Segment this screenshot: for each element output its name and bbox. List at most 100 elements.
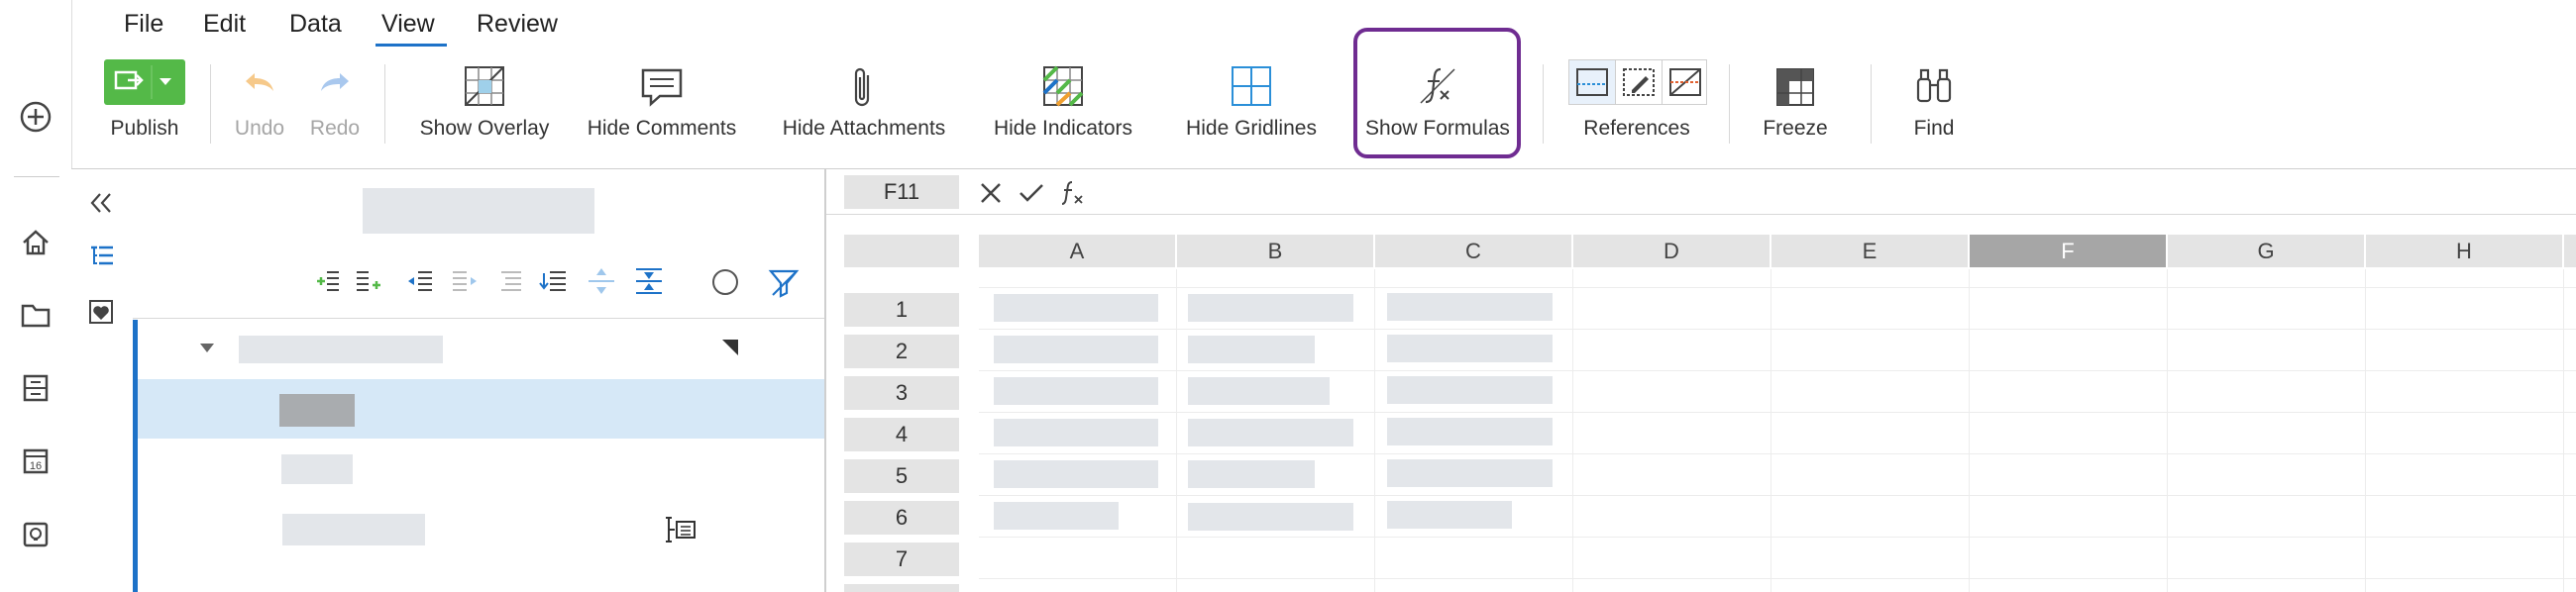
grid-line	[979, 412, 2576, 413]
reference-edit-icon[interactable]	[1616, 60, 1663, 104]
circle-toggle-icon[interactable]	[710, 267, 740, 297]
row-header-1[interactable]: 1	[844, 293, 959, 327]
outline-panel	[133, 169, 826, 592]
attachment-icon[interactable]	[844, 63, 884, 111]
grid-line	[2365, 269, 2366, 592]
double-chevron-left-icon[interactable]	[85, 187, 117, 219]
cell-b5[interactable]	[1188, 460, 1315, 488]
cell-c3[interactable]	[1387, 376, 1553, 404]
redo-icon[interactable]	[313, 65, 357, 101]
column-header-f[interactable]: F	[1970, 235, 2166, 267]
cell-c1[interactable]	[1387, 293, 1553, 321]
reference-slash-icon[interactable]	[1663, 60, 1708, 104]
cell-b3[interactable]	[1188, 377, 1330, 405]
favorites-icon[interactable]	[85, 296, 117, 328]
row-header-4[interactable]: 4	[844, 418, 959, 451]
row-details-icon[interactable]	[663, 512, 698, 547]
select-all-corner[interactable]	[844, 235, 959, 267]
gridlines-icon[interactable]	[1229, 63, 1274, 109]
cell-b6[interactable]	[1188, 503, 1353, 531]
svg-text:16: 16	[30, 460, 42, 472]
column-header-a[interactable]: A	[979, 235, 1175, 267]
column-header-d[interactable]: D	[1573, 235, 1770, 267]
show-overlay-label[interactable]: Show Overlay	[420, 117, 550, 141]
freeze-icon[interactable]	[1773, 65, 1817, 109]
cell-c6[interactable]	[1387, 501, 1512, 529]
cell-a1[interactable]	[994, 294, 1158, 322]
hide-attachments-label[interactable]: Hide Attachments	[783, 117, 946, 141]
grid-line	[979, 287, 2576, 288]
column-header-e[interactable]: E	[1771, 235, 1968, 267]
outline-toolbar	[303, 263, 739, 299]
cell-a2[interactable]	[994, 336, 1158, 363]
cell-a5[interactable]	[994, 460, 1158, 488]
hide-gridlines-label[interactable]: Hide Gridlines	[1186, 117, 1317, 141]
grid-line	[979, 329, 2576, 330]
comments-icon[interactable]	[638, 65, 686, 109]
cell-c5[interactable]	[1387, 459, 1553, 487]
idea-icon[interactable]	[16, 515, 55, 554]
ribbon-separator	[210, 64, 211, 144]
outline-divider	[133, 318, 824, 319]
column-header-c[interactable]: C	[1375, 235, 1571, 267]
cancel-icon[interactable]	[976, 178, 1006, 208]
cell-c4[interactable]	[1387, 418, 1553, 445]
row-header-5[interactable]: 5	[844, 459, 959, 493]
references-group[interactable]	[1568, 59, 1707, 105]
undo-icon[interactable]	[238, 65, 281, 101]
references-label[interactable]: References	[1583, 117, 1689, 141]
menu-view[interactable]: View	[381, 10, 435, 39]
calendar-icon[interactable]: 16	[16, 442, 55, 481]
row-header-6[interactable]: 6	[844, 501, 959, 535]
outline-tree-icon[interactable]	[85, 241, 117, 272]
hide-indicators-label[interactable]: Hide Indicators	[994, 117, 1132, 141]
reference-range-icon[interactable]	[1569, 60, 1616, 104]
cell-a6[interactable]	[994, 502, 1119, 530]
cell-a4[interactable]	[994, 419, 1158, 446]
column-header-h[interactable]: H	[2366, 235, 2562, 267]
binoculars-icon[interactable]	[1912, 63, 1956, 107]
cell-a3[interactable]	[994, 377, 1158, 405]
indent-add-icon	[317, 271, 339, 291]
name-box[interactable]: F11	[844, 175, 959, 209]
outline-item-placeholder	[282, 514, 425, 545]
ribbon-separator	[1543, 64, 1544, 144]
cell-b2[interactable]	[1188, 336, 1315, 363]
row-header-3[interactable]: 3	[844, 376, 959, 410]
row-header-2[interactable]: 2	[844, 335, 959, 368]
outline-row[interactable]	[138, 439, 824, 498]
column-header-b[interactable]: B	[1177, 235, 1373, 267]
publish-button[interactable]	[104, 59, 185, 105]
find-label[interactable]: Find	[1914, 117, 1955, 141]
inbox-icon[interactable]	[16, 368, 55, 408]
menu-file[interactable]: File	[124, 10, 163, 39]
caret-down-icon[interactable]	[197, 338, 217, 357]
cell-c2[interactable]	[1387, 335, 1553, 362]
hide-comments-label[interactable]: Hide Comments	[588, 117, 737, 141]
cell-b4[interactable]	[1188, 419, 1353, 446]
undo-label[interactable]: Undo	[235, 117, 284, 141]
grid-line	[979, 453, 2576, 454]
outline-row[interactable]	[138, 498, 824, 557]
menu-edit[interactable]: Edit	[203, 10, 246, 39]
folder-icon[interactable]	[16, 295, 55, 335]
outline-row-selected[interactable]	[138, 379, 824, 439]
home-icon[interactable]	[16, 223, 55, 262]
outline-row[interactable]	[138, 320, 824, 379]
row-header-7[interactable]: 7	[844, 543, 959, 576]
outline-item-placeholder	[279, 394, 355, 427]
confirm-icon[interactable]	[1017, 178, 1046, 208]
redo-label[interactable]: Redo	[310, 117, 360, 141]
overlay-icon[interactable]	[462, 63, 507, 109]
indicators-icon[interactable]	[1040, 63, 1086, 109]
menu-data[interactable]: Data	[289, 10, 342, 39]
function-icon[interactable]	[1058, 178, 1088, 208]
freeze-label[interactable]: Freeze	[1763, 117, 1827, 141]
outline-item-placeholder	[281, 454, 353, 484]
cell-b1[interactable]	[1188, 294, 1353, 322]
show-formulas-label: Show Formulas	[1365, 117, 1510, 140]
column-header-g[interactable]: G	[2168, 235, 2364, 267]
filter-icon[interactable]	[767, 267, 801, 299]
add-icon[interactable]	[16, 97, 55, 137]
menu-review[interactable]: Review	[477, 10, 558, 39]
